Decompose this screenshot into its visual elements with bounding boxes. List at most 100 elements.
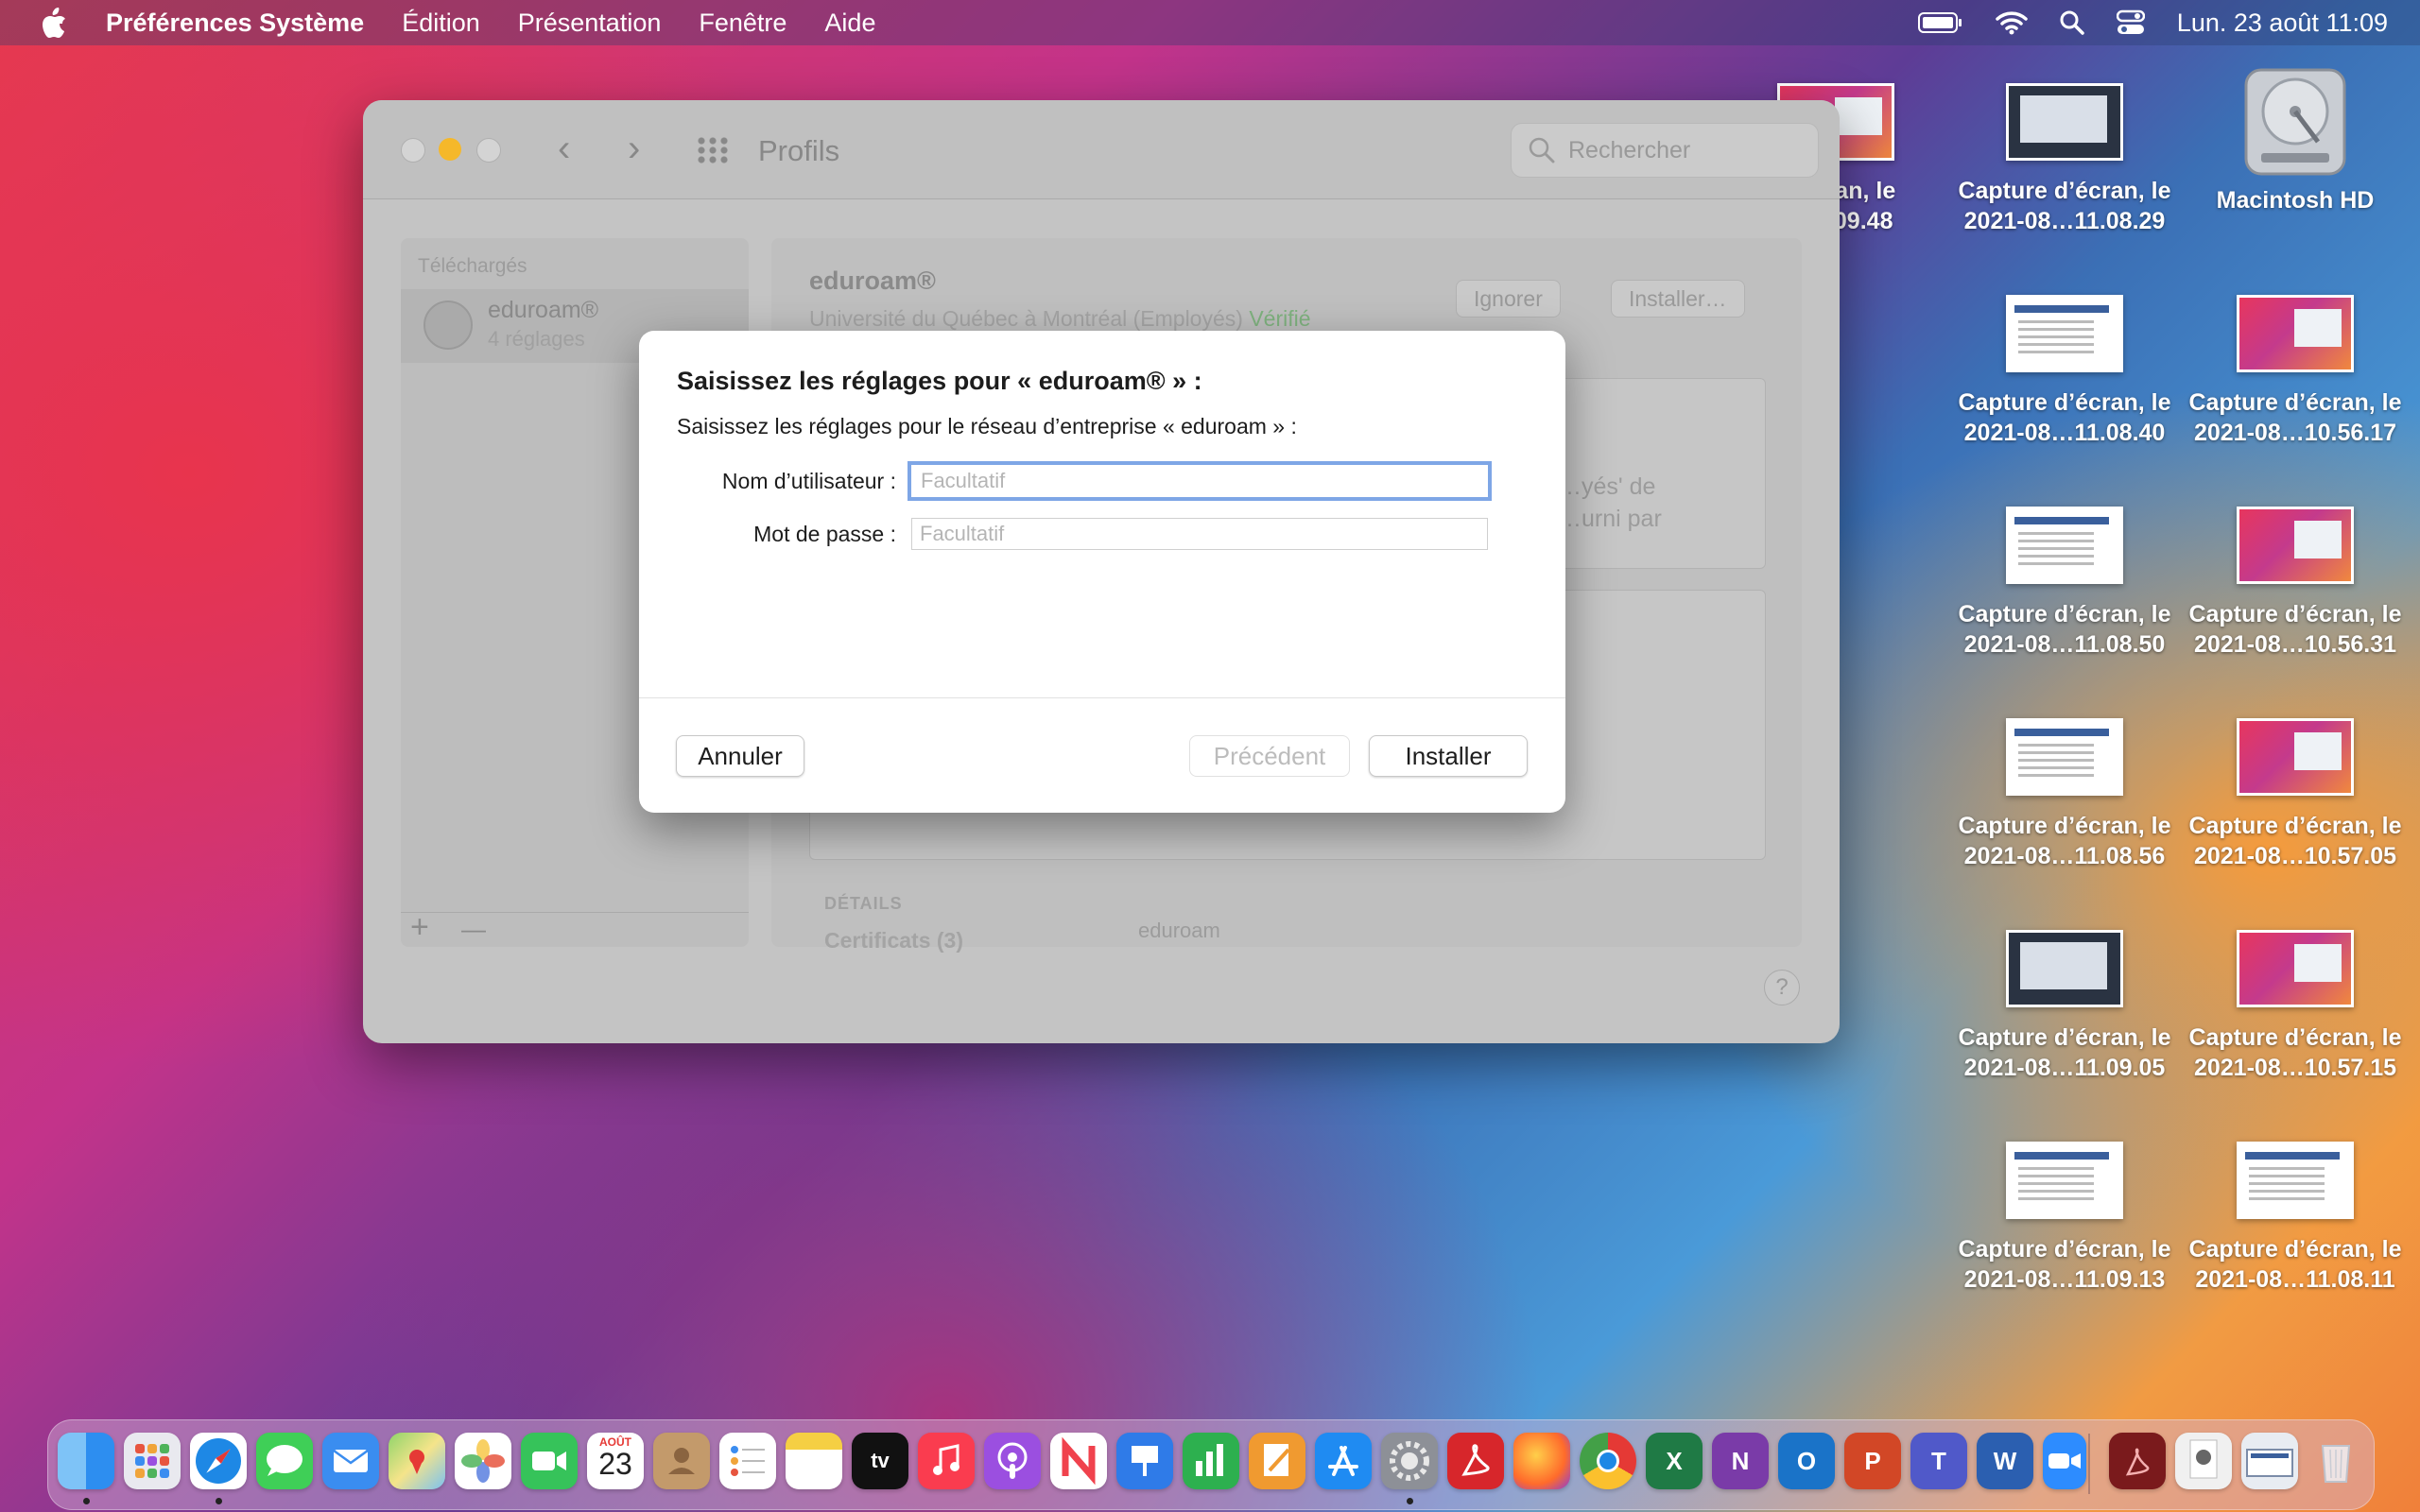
trash-icon[interactable]: [2308, 1433, 2364, 1489]
word-icon[interactable]: W: [1977, 1433, 2033, 1489]
facetime-icon[interactable]: [521, 1433, 578, 1489]
numbers-icon[interactable]: [1183, 1433, 1239, 1489]
profile-gear-icon: [424, 301, 473, 350]
desktop-icon-label: Capture d’écran, le: [1958, 178, 2171, 204]
sidebar-toolbar: + —: [401, 909, 749, 947]
wifi-icon[interactable]: [1996, 10, 2028, 35]
podium-icon: [1132, 1446, 1158, 1476]
desktop-icon-label: Capture d’écran, le: [1958, 601, 2171, 627]
menu-presentation[interactable]: Présentation: [518, 9, 662, 38]
zoom-icon[interactable]: [2043, 1433, 2086, 1489]
keynote-icon[interactable]: [1116, 1433, 1173, 1489]
username-field[interactable]: [911, 465, 1488, 497]
remove-profile-button[interactable]: —: [461, 915, 486, 944]
password-field[interactable]: [911, 518, 1488, 550]
ignore-button[interactable]: Ignorer: [1456, 280, 1561, 318]
firefox-icon[interactable]: [1513, 1433, 1570, 1489]
excel-icon[interactable]: X: [1646, 1433, 1703, 1489]
video-camera-icon: [532, 1452, 566, 1470]
forward-button[interactable]: ›: [628, 129, 640, 167]
details-section-label: DÉTAILS: [824, 894, 903, 913]
desktop-icon-label: Capture d’écran, le: [1958, 1236, 2171, 1263]
certificates-row[interactable]: Certificats (3): [824, 928, 963, 954]
menu-edition[interactable]: Édition: [402, 9, 480, 38]
pages-icon[interactable]: [1249, 1433, 1305, 1489]
desktop-icon-label: Capture d’écran, le: [2188, 389, 2402, 416]
previous-button[interactable]: Précédent: [1189, 735, 1350, 777]
desktop-icon-screenshot[interactable]: Capture d’écran, le 2021-08…11.08.50: [1951, 507, 2178, 660]
safari-icon[interactable]: [190, 1433, 247, 1489]
desktop-icon-label: Macintosh HD: [2216, 187, 2375, 214]
help-button[interactable]: ?: [1764, 970, 1800, 1005]
running-indicator: [216, 1498, 222, 1504]
document-page-icon: [2189, 1439, 2218, 1479]
desktop-icon-screenshot[interactable]: Capture d’écran, le 2021-08…10.56.17: [2182, 295, 2409, 448]
install-profile-button[interactable]: Installer…: [1611, 280, 1745, 318]
document-icon[interactable]: [2175, 1433, 2232, 1489]
spotlight-icon[interactable]: [2060, 10, 2084, 35]
install-button[interactable]: Installer: [1369, 735, 1528, 777]
battery-icon[interactable]: [1917, 11, 1963, 34]
app-store-icon[interactable]: [1315, 1433, 1372, 1489]
back-button[interactable]: ‹: [558, 129, 570, 167]
cancel-button[interactable]: Annuler: [676, 735, 804, 777]
desktop-icon-screenshot[interactable]: Capture d’écran, le 2021-08…11.09.13: [1951, 1142, 2178, 1295]
desktop-icon-label: 2021-08…11.08.11: [2195, 1266, 2395, 1293]
search-field[interactable]: Rechercher: [1511, 123, 1819, 178]
desktop-icon-label: 2021-08…10.57.15: [2193, 1055, 2397, 1081]
desktop-icon-label: Capture d’écran, le: [2188, 813, 2402, 839]
podcast-icon: [997, 1442, 1028, 1479]
news-icon[interactable]: [1050, 1433, 1107, 1489]
powerpoint-icon[interactable]: P: [1844, 1433, 1901, 1489]
desktop-icon-screenshot[interactable]: Capture d’écran, le 2021-08…11.08.11: [2182, 1142, 2409, 1295]
menu-bar-clock[interactable]: Lun. 23 août 11:09: [2177, 9, 2388, 38]
apple-tv-icon[interactable]: tv: [852, 1433, 908, 1489]
acrobat-icon[interactable]: [1447, 1433, 1504, 1489]
add-profile-button[interactable]: +: [410, 909, 429, 946]
calendar-icon[interactable]: AOÛT 23: [587, 1433, 644, 1489]
desktop-icon-screenshot[interactable]: Capture d’écran, le 2021-08…11.08.29: [1951, 83, 2178, 236]
outlook-icon[interactable]: O: [1778, 1433, 1835, 1489]
screenshot-thumbnail: [2237, 718, 2354, 796]
chrome-icon[interactable]: [1580, 1433, 1636, 1489]
finder-icon[interactable]: [58, 1433, 114, 1489]
description-line: …yés' de: [1558, 473, 1656, 500]
zoom-window-button[interactable]: [476, 138, 501, 163]
acrobat-doc-icon[interactable]: [2109, 1433, 2166, 1489]
desktop-icon-screenshot[interactable]: Capture d’écran, le 2021-08…10.57.15: [2182, 930, 2409, 1083]
desktop-icon-screenshot[interactable]: Capture d’écran, le 2021-08…10.56.31: [2182, 507, 2409, 660]
onenote-icon[interactable]: N: [1712, 1433, 1769, 1489]
teams-icon[interactable]: T: [1910, 1433, 1967, 1489]
close-window-button[interactable]: [401, 138, 425, 163]
photos-icon[interactable]: [455, 1433, 511, 1489]
show-all-grid-icon[interactable]: [696, 136, 730, 164]
menu-window[interactable]: Fenêtre: [699, 9, 786, 38]
music-icon[interactable]: [918, 1433, 975, 1489]
podcasts-icon[interactable]: [984, 1433, 1041, 1489]
notes-icon[interactable]: [786, 1433, 842, 1489]
desktop-icon-screenshot[interactable]: Capture d’écran, le 2021-08…10.57.05: [2182, 718, 2409, 871]
desktop-icon-screenshot[interactable]: Capture d’écran, le 2021-08…11.08.56: [1951, 718, 2178, 871]
control-center-icon[interactable]: [2116, 9, 2145, 36]
speech-bubble-icon: [267, 1445, 302, 1476]
maps-icon[interactable]: [389, 1433, 445, 1489]
contacts-icon[interactable]: [653, 1433, 710, 1489]
menu-help[interactable]: Aide: [824, 9, 875, 38]
reminders-icon[interactable]: [719, 1433, 776, 1489]
screenshot-doc-icon[interactable]: [2241, 1433, 2298, 1489]
sheet-subtitle: Saisissez les réglages pour le réseau d’…: [677, 414, 1297, 438]
running-indicator: [1407, 1498, 1413, 1504]
desktop-icon-macintosh-hd[interactable]: Macintosh HD: [2182, 66, 2409, 215]
system-preferences-icon[interactable]: [1381, 1433, 1438, 1489]
password-label: Mot de passe :: [753, 522, 896, 546]
launchpad-icon[interactable]: [124, 1433, 181, 1489]
desktop-icon-screenshot[interactable]: Capture d’écran, le 2021-08…11.08.40: [1951, 295, 2178, 448]
desktop-icon-screenshot[interactable]: Capture d’écran, le 2021-08…11.09.05: [1951, 930, 2178, 1083]
minimize-window-button[interactable]: [439, 138, 461, 161]
messages-icon[interactable]: [256, 1433, 313, 1489]
desktop-icon-label: 2021-08…11.08.56: [1963, 843, 2166, 869]
apple-logo-icon[interactable]: [40, 7, 68, 39]
mail-icon[interactable]: [322, 1433, 379, 1489]
menu-app-name[interactable]: Préférences Système: [106, 9, 364, 38]
desktop-icon-label: Capture d’écran, le: [1958, 389, 2171, 416]
